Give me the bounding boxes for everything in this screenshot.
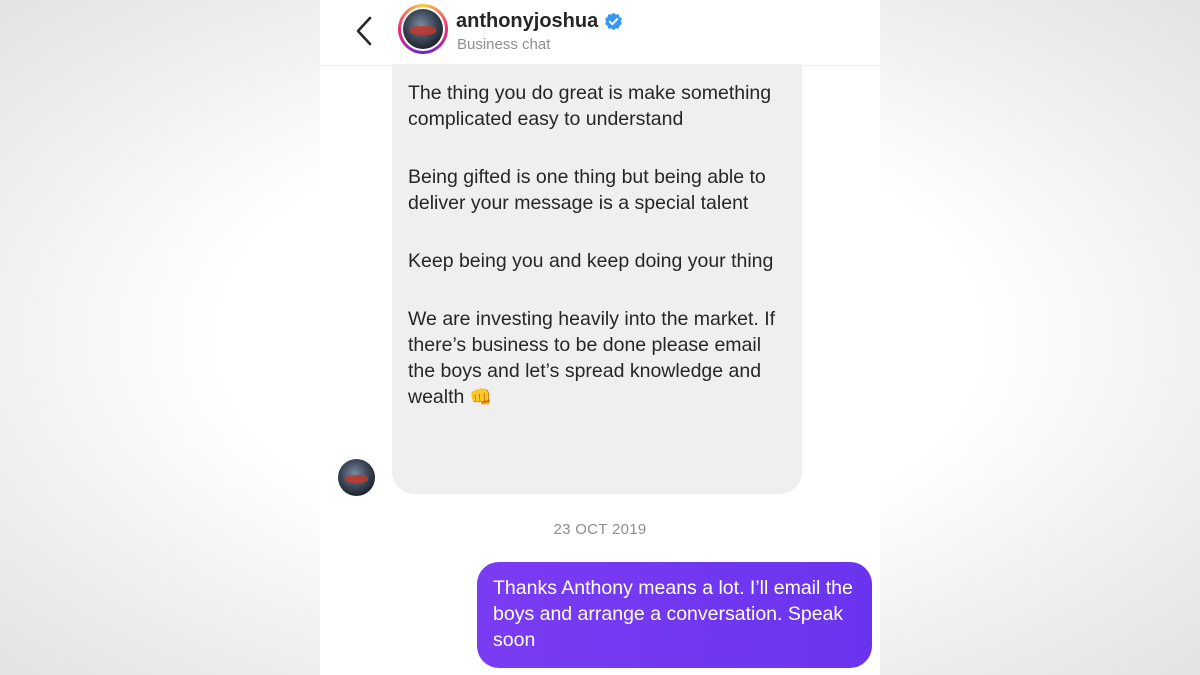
chat-type-label: Business chat — [457, 36, 551, 53]
avatar-image — [403, 9, 443, 49]
back-button[interactable] — [350, 12, 380, 50]
fist-emoji-icon: 👊 — [469, 387, 493, 407]
message-paragraph: Being gifted is one thing but being able… — [408, 166, 766, 214]
outgoing-message-bubble[interactable]: Thanks Anthony means a lot. I’ll email t… — [477, 562, 872, 668]
message-paragraph-last: We are investing heavily into the market… — [408, 306, 786, 410]
username-row[interactable]: anthonyjoshua — [456, 8, 623, 34]
message-text: We are investing heavily into the market… — [408, 308, 776, 408]
date-separator: 23 OCT 2019 — [553, 521, 647, 538]
chat-screen: anthonyjoshua Business chat The thing yo… — [320, 0, 880, 675]
incoming-message-bubble[interactable]: The thing you do great is make something… — [392, 64, 802, 494]
verified-badge-icon — [605, 12, 623, 30]
message-paragraph: The thing you do great is make something… — [408, 82, 772, 130]
chat-header: anthonyjoshua Business chat — [320, 0, 880, 66]
profile-avatar[interactable] — [398, 4, 448, 54]
message-paragraph: Keep being you and keep doing your thing — [408, 250, 774, 272]
outgoing-message-text: Thanks Anthony means a lot. I’ll email t… — [493, 577, 853, 651]
sender-avatar[interactable] — [338, 459, 375, 496]
chevron-left-icon — [356, 16, 372, 46]
username[interactable]: anthonyjoshua — [456, 10, 598, 33]
